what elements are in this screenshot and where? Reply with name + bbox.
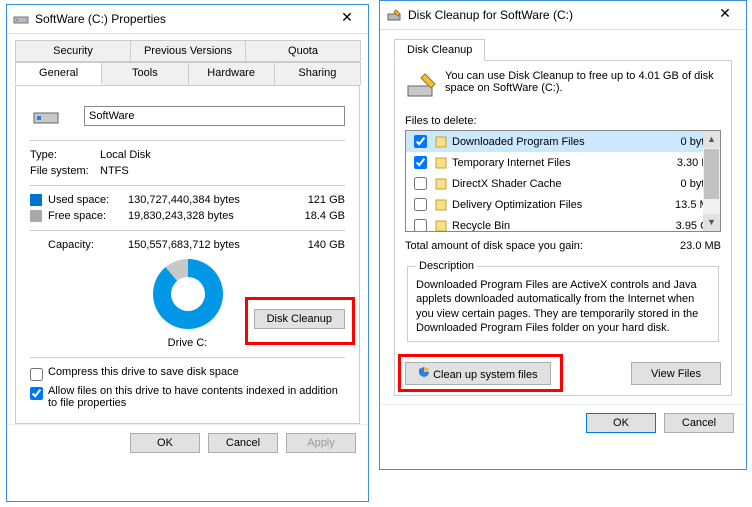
cleanup-icon-large: [405, 70, 437, 105]
close-button[interactable]: ✕: [332, 9, 362, 29]
file-list-item[interactable]: Downloaded Program Files 0 bytes: [406, 131, 720, 152]
scroll-up[interactable]: ▲: [703, 131, 720, 148]
description-box: Description Downloaded Program Files are…: [407, 260, 719, 342]
ok-button[interactable]: OK: [586, 413, 656, 433]
free-gb: 18.4 GB: [290, 210, 345, 222]
capacity-label: Capacity:: [48, 239, 128, 251]
file-name: Recycle Bin: [452, 220, 657, 232]
file-type-icon: [434, 219, 448, 233]
tab-sharing[interactable]: Sharing: [274, 62, 361, 85]
titlebar: Disk Cleanup for SoftWare (C:) ✕: [380, 1, 746, 30]
window-title: SoftWare (C:) Properties: [35, 12, 332, 26]
file-type-icon: [434, 198, 448, 212]
view-files-button[interactable]: View Files: [631, 362, 721, 385]
tabs-row-2: General Tools Hardware Sharing: [15, 62, 360, 86]
ok-button[interactable]: OK: [130, 433, 200, 453]
file-list-item[interactable]: Delivery Optimization Files 13.5 MB: [406, 194, 720, 215]
tab-general[interactable]: General: [15, 62, 102, 85]
window-title: Disk Cleanup for SoftWare (C:): [408, 8, 710, 22]
titlebar: SoftWare (C:) Properties ✕: [7, 5, 368, 34]
used-gb: 121 GB: [290, 194, 345, 206]
tab-hardware[interactable]: Hardware: [188, 62, 275, 85]
free-label: Free space:: [48, 210, 128, 222]
usage-chart: [153, 259, 223, 329]
free-bytes: 19,830,243,328 bytes: [128, 210, 290, 222]
cancel-button[interactable]: Cancel: [664, 413, 734, 433]
file-checkbox[interactable]: [414, 135, 427, 148]
cleanup-icon: [386, 7, 402, 23]
file-list-item[interactable]: Recycle Bin 3.95 GB: [406, 215, 720, 232]
allow-index-checkbox[interactable]: [30, 387, 43, 400]
dialog-buttons: OK Cancel Apply: [7, 424, 368, 461]
drive-name-input[interactable]: [84, 106, 345, 126]
file-type-icon: [434, 177, 448, 191]
intro-text: You can use Disk Cleanup to free up to 4…: [445, 70, 721, 105]
tab-disk-cleanup[interactable]: Disk Cleanup: [394, 39, 485, 61]
file-name: Downloaded Program Files: [452, 136, 657, 148]
free-swatch: [30, 210, 42, 222]
type-value: Local Disk: [100, 149, 151, 161]
total-label: Total amount of disk space you gain:: [405, 240, 680, 252]
file-list[interactable]: Downloaded Program Files 0 bytes Tempora…: [405, 130, 721, 232]
apply-button[interactable]: Apply: [286, 433, 356, 453]
drive-icon: [13, 11, 29, 27]
file-name: Delivery Optimization Files: [452, 199, 657, 211]
file-checkbox[interactable]: [414, 198, 427, 211]
tab-tools[interactable]: Tools: [101, 62, 188, 85]
tab-quota[interactable]: Quota: [245, 40, 361, 61]
allow-index-label: Allow files on this drive to have conten…: [48, 385, 345, 409]
tab-previous-versions[interactable]: Previous Versions: [130, 40, 246, 61]
dialog-buttons: OK Cancel: [380, 404, 746, 441]
cancel-button[interactable]: Cancel: [208, 433, 278, 453]
file-list-item[interactable]: Temporary Internet Files 3.30 KB: [406, 152, 720, 173]
compress-checkbox[interactable]: [30, 368, 43, 381]
description-legend: Description: [416, 260, 477, 272]
scroll-thumb[interactable]: [704, 149, 719, 199]
compress-label: Compress this drive to save disk space: [48, 366, 239, 378]
tabs-row-1: Security Previous Versions Quota: [15, 40, 360, 62]
scrollbar[interactable]: ▲ ▼: [703, 131, 720, 231]
highlight-clean-system: [398, 354, 563, 392]
used-bytes: 130,727,440,384 bytes: [128, 194, 290, 206]
file-type-icon: [434, 135, 448, 149]
fs-value: NTFS: [100, 165, 129, 177]
total-value: 23.0 MB: [680, 240, 721, 252]
type-label: Type:: [30, 149, 100, 161]
file-checkbox[interactable]: [414, 177, 427, 190]
file-type-icon: [434, 156, 448, 170]
file-checkbox[interactable]: [414, 219, 427, 232]
file-name: DirectX Shader Cache: [452, 178, 657, 190]
description-text: Downloaded Program Files are ActiveX con…: [416, 278, 710, 335]
tab-security[interactable]: Security: [15, 40, 131, 61]
used-label: Used space:: [48, 194, 128, 206]
fs-label: File system:: [30, 165, 100, 177]
used-swatch: [30, 194, 42, 206]
files-to-delete-label: Files to delete:: [405, 115, 721, 127]
capacity-bytes: 150,557,683,712 bytes: [128, 239, 290, 251]
file-name: Temporary Internet Files: [452, 157, 657, 169]
disk-cleanup-window: Disk Cleanup for SoftWare (C:) ✕ Disk Cl…: [379, 0, 747, 470]
file-checkbox[interactable]: [414, 156, 427, 169]
properties-window: SoftWare (C:) Properties ✕ Security Prev…: [6, 4, 369, 502]
close-button[interactable]: ✕: [710, 5, 740, 25]
disk-cleanup-button[interactable]: Disk Cleanup: [254, 309, 345, 329]
file-list-item[interactable]: DirectX Shader Cache 0 bytes: [406, 173, 720, 194]
drive-icon-large: [30, 100, 62, 132]
scroll-down[interactable]: ▼: [703, 214, 720, 231]
capacity-gb: 140 GB: [290, 239, 345, 251]
